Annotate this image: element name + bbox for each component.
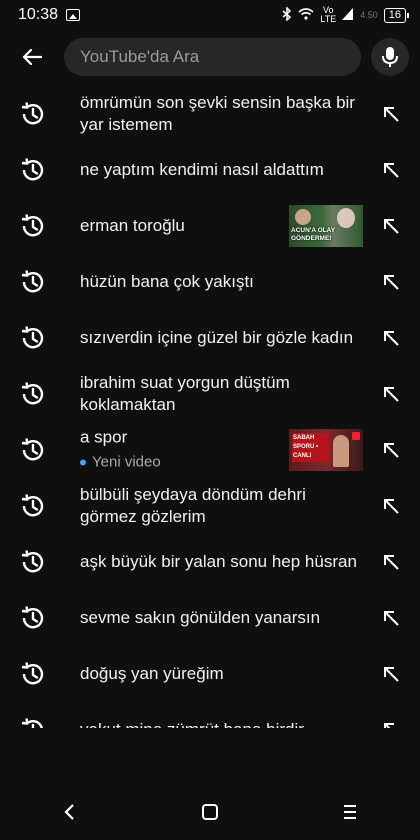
- voice-search-button[interactable]: [371, 38, 409, 76]
- fill-query-arrow-icon[interactable]: [381, 608, 401, 628]
- history-icon: [18, 212, 46, 240]
- history-item[interactable]: doğuş yan yüreğim: [0, 646, 420, 702]
- system-navigation-bar: [0, 784, 420, 840]
- history-icon: [18, 380, 46, 408]
- arrow-left-icon: [22, 48, 43, 66]
- history-icon: [18, 324, 46, 352]
- history-item[interactable]: ne yaptım kendimi nasıl aldattım: [0, 142, 420, 198]
- search-history-list: ömrümün son şevki sensin başka bir yar i…: [0, 86, 420, 728]
- data-rate: 4.50: [360, 9, 378, 20]
- status-bar: 10:38 Vo LTE 4.50 16: [0, 0, 420, 30]
- history-item[interactable]: ibrahim suat yorgun düştüm koklamaktan: [0, 366, 420, 422]
- history-icon: [18, 156, 46, 184]
- history-icon: [18, 100, 46, 128]
- fill-query-arrow-icon[interactable]: [381, 328, 401, 348]
- square-home-icon: [202, 804, 218, 820]
- history-item-label: aşk büyük bir yalan sonu hep hüsran: [80, 552, 357, 571]
- fill-query-arrow-icon[interactable]: [381, 384, 401, 404]
- history-item-label: yakut mine zümrüt bana birdir: [80, 719, 362, 728]
- history-item[interactable]: bülbüli şeydaya döndüm dehri görmez gözl…: [0, 478, 420, 534]
- signal-icon: [342, 7, 354, 23]
- history-item-text: ömrümün son şevki sensin başka bir yar i…: [80, 92, 362, 136]
- thumbnail-caption: SABAH SPORU • CANLI: [292, 433, 330, 462]
- fill-query-arrow-icon[interactable]: [381, 664, 401, 684]
- nav-home-button[interactable]: [180, 792, 240, 832]
- history-item[interactable]: erman toroğlu ACUN'A OLAY GÖNDERME!: [0, 198, 420, 254]
- history-item-text: a spor Yeni video: [80, 427, 280, 474]
- history-item-text: yakut mine zümrüt bana birdir: [80, 719, 362, 728]
- fill-query-arrow-icon[interactable]: [381, 160, 401, 180]
- history-item[interactable]: hüzün bana çok yakıştı: [0, 254, 420, 310]
- video-thumbnail[interactable]: SABAH SPORU • CANLI: [289, 429, 363, 471]
- history-item-label: ömrümün son şevki sensin başka bir yar i…: [80, 93, 355, 134]
- fill-query-arrow-icon[interactable]: [381, 496, 401, 516]
- history-icon: [18, 548, 46, 576]
- history-item-text: bülbüli şeydaya döndüm dehri görmez gözl…: [80, 484, 362, 528]
- fill-query-arrow-icon[interactable]: [381, 440, 401, 460]
- history-icon: [18, 604, 46, 632]
- history-item-label: bülbüli şeydaya döndüm dehri görmez gözl…: [80, 485, 306, 526]
- history-item[interactable]: ömrümün son şevki sensin başka bir yar i…: [0, 86, 420, 142]
- nav-back-button[interactable]: [40, 792, 100, 832]
- new-video-label: Yeni video: [92, 453, 161, 471]
- fill-query-arrow-icon[interactable]: [381, 216, 401, 236]
- network-indicator: Vo LTE: [320, 5, 337, 24]
- history-icon: [18, 492, 46, 520]
- history-icon: [18, 716, 46, 728]
- search-header: [0, 34, 420, 80]
- microphone-icon: [382, 47, 398, 67]
- back-button[interactable]: [0, 34, 64, 80]
- history-item-text: erman toroğlu: [80, 215, 280, 237]
- history-item[interactable]: sevme sakın gönülden yanarsın: [0, 590, 420, 646]
- fill-query-arrow-icon[interactable]: [381, 552, 401, 572]
- history-item-label: sevme sakın gönülden yanarsın: [80, 608, 321, 627]
- fill-query-arrow-icon[interactable]: [381, 720, 401, 728]
- fill-query-arrow-icon[interactable]: [381, 104, 401, 124]
- wifi-icon: [298, 7, 314, 23]
- search-box[interactable]: [64, 38, 361, 76]
- bluetooth-icon: [282, 5, 292, 24]
- chevron-left-icon: [64, 804, 74, 820]
- fill-query-arrow-icon[interactable]: [381, 272, 401, 292]
- new-video-indicator: Yeni video: [80, 452, 280, 474]
- history-item-text: doğuş yan yüreğim: [80, 663, 362, 685]
- history-item-label: a spor: [80, 427, 128, 447]
- video-thumbnail[interactable]: ACUN'A OLAY GÖNDERME!: [289, 205, 363, 247]
- history-item-text: sevme sakın gönülden yanarsın: [80, 607, 362, 629]
- history-icon: [18, 268, 46, 296]
- nav-recents-button[interactable]: [320, 792, 380, 832]
- history-item-text: sızıverdin içine güzel bir gözle kadın: [80, 327, 362, 349]
- history-item[interactable]: sızıverdin içine güzel bir gözle kadın: [0, 310, 420, 366]
- history-item-label: sızıverdin içine güzel bir gözle kadın: [80, 328, 354, 347]
- history-icon: [18, 436, 46, 464]
- thumbnail-caption: ACUN'A OLAY GÖNDERME!: [291, 227, 335, 242]
- history-item[interactable]: aşk büyük bir yalan sonu hep hüsran: [0, 534, 420, 590]
- history-item-label: doğuş yan yüreğim: [80, 664, 224, 683]
- menu-lines-icon: [344, 805, 356, 819]
- clock: 10:38: [18, 6, 59, 23]
- history-item-label: ibrahim suat yorgun düştüm koklamaktan: [80, 373, 290, 414]
- history-icon: [18, 660, 46, 688]
- history-item-text: ne yaptım kendimi nasıl aldattım: [80, 159, 362, 181]
- gallery-notification-icon: [66, 9, 81, 21]
- battery-indicator: 16: [383, 7, 410, 23]
- new-video-dot-icon: [80, 459, 86, 466]
- history-item-text: ibrahim suat yorgun düştüm koklamaktan: [80, 372, 362, 416]
- search-input[interactable]: [78, 46, 361, 68]
- history-item[interactable]: a spor Yeni video SABAH SPORU • CANLI: [0, 422, 420, 478]
- history-item-label: erman toroğlu: [80, 216, 185, 235]
- history-item-label: ne yaptım kendimi nasıl aldattım: [80, 160, 324, 179]
- history-item[interactable]: yakut mine zümrüt bana birdir: [0, 702, 420, 728]
- history-item-label: hüzün bana çok yakıştı: [80, 272, 254, 291]
- history-item-text: aşk büyük bir yalan sonu hep hüsran: [80, 551, 362, 573]
- history-item-text: hüzün bana çok yakıştı: [80, 271, 362, 293]
